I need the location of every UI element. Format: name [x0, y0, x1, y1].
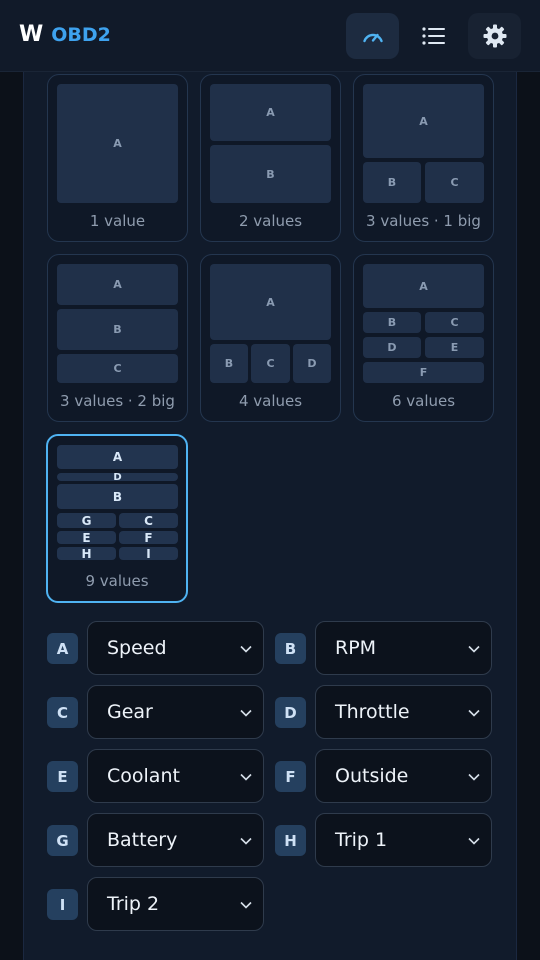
slot-badge-c: C: [47, 697, 78, 728]
layout-label: 3 values · 2 big: [60, 392, 175, 410]
layout-preview: A B C: [57, 264, 178, 383]
chevron-down-icon: [468, 645, 480, 653]
layout-card-3-values-2-big[interactable]: A B C 3 values · 2 big: [47, 254, 188, 422]
preview-cell: A: [210, 264, 331, 340]
layout-card-4-values[interactable]: A B C D 4 values: [200, 254, 341, 422]
layout-label: 2 values: [238, 212, 303, 230]
preview-cell: F: [363, 362, 484, 383]
layout-card-3-values-1-big[interactable]: A B C 3 values · 1 big: [353, 74, 494, 242]
slot-badge-i: I: [47, 889, 78, 920]
chevron-down-icon: [468, 773, 480, 781]
preview-cell: H: [57, 547, 116, 561]
preview-cell: I: [119, 547, 178, 561]
preview-cell: E: [425, 337, 484, 358]
layout-label: 3 values · 1 big: [366, 212, 481, 230]
select-value: Trip 2: [107, 893, 160, 915]
preview-cell: B: [363, 162, 421, 203]
layout-card-6-values[interactable]: A B C D E F 6 values: [353, 254, 494, 422]
preview-cell: A: [363, 264, 484, 308]
slot-a-select[interactable]: Speed: [87, 621, 264, 675]
slot-badge-h: H: [275, 825, 306, 856]
select-value: Trip 1: [335, 829, 388, 851]
preview-cell: A: [57, 264, 178, 305]
preview-cell: A: [210, 84, 331, 141]
slot-g-select[interactable]: Battery: [87, 813, 264, 867]
layout-preview: A B: [210, 84, 331, 203]
chevron-down-icon: [240, 901, 252, 909]
layout-label: 4 values: [238, 392, 303, 410]
preview-cell: A: [57, 84, 178, 203]
layout-label: 6 values: [391, 392, 456, 410]
slot-c-select[interactable]: Gear: [87, 685, 264, 739]
preview-cell: D: [363, 337, 421, 358]
layout-preview: A B C D: [210, 264, 331, 383]
chevron-down-icon: [468, 709, 480, 717]
preview-cell: B: [210, 344, 248, 383]
select-value: RPM: [335, 637, 377, 659]
layout-preview: A: [57, 84, 178, 203]
chevron-down-icon: [240, 709, 252, 717]
slot-badge-f: F: [275, 761, 306, 792]
select-value: Coolant: [107, 765, 180, 787]
slot-badge-b: B: [275, 633, 306, 664]
select-value: Outside: [335, 765, 409, 787]
chevron-down-icon: [240, 773, 252, 781]
dashboard-button[interactable]: [346, 13, 399, 59]
settings-button[interactable]: [468, 13, 521, 59]
slot-badge-g: G: [47, 825, 78, 856]
brand-logo-letter: W: [19, 22, 44, 47]
preview-cell: C: [119, 513, 178, 528]
preview-cell: C: [425, 312, 484, 333]
preview-cell: B: [210, 145, 331, 203]
select-value: Throttle: [335, 701, 410, 723]
chevron-down-icon: [468, 837, 480, 845]
layout-label: 1 value: [89, 212, 146, 230]
select-value: Speed: [107, 637, 167, 659]
layout-preview: A D B G C E F H I: [57, 445, 178, 564]
layout-card-2-values[interactable]: A B 2 values: [200, 74, 341, 242]
slot-badge-e: E: [47, 761, 78, 792]
gear-icon: [483, 24, 506, 48]
slot-badge-d: D: [275, 697, 306, 728]
gauge-icon: [362, 33, 383, 43]
preview-cell: B: [57, 484, 178, 509]
slot-e-select[interactable]: Coolant: [87, 749, 264, 803]
list-button[interactable]: [407, 13, 460, 59]
preview-cell: D: [293, 344, 331, 383]
preview-cell: D: [57, 472, 178, 483]
preview-cell: C: [425, 162, 484, 203]
layout-card-9-values[interactable]: A D B G C E F H I 9 values: [46, 434, 188, 603]
preview-cell: A: [363, 84, 484, 158]
app-brand: W OBD2: [19, 22, 111, 47]
brand-name: OBD2: [51, 24, 111, 46]
layout-label: 9 values: [85, 572, 149, 590]
preview-cell: C: [57, 354, 178, 383]
preview-cell: F: [119, 531, 178, 545]
preview-cell: G: [57, 513, 116, 528]
layout-card-1-value[interactable]: A 1 value: [47, 74, 188, 242]
list-icon: [421, 27, 445, 45]
slot-f-select[interactable]: Outside: [315, 749, 492, 803]
select-value: Gear: [107, 701, 153, 723]
slot-i-select[interactable]: Trip 2: [87, 877, 264, 931]
preview-cell: B: [57, 309, 178, 350]
preview-cell: E: [57, 531, 116, 545]
app-header: W OBD2: [0, 0, 540, 72]
slot-h-select[interactable]: Trip 1: [315, 813, 492, 867]
preview-cell: C: [251, 344, 290, 383]
chevron-down-icon: [240, 645, 252, 653]
preview-cell: B: [363, 312, 421, 333]
select-value: Battery: [107, 829, 178, 851]
slot-d-select[interactable]: Throttle: [315, 685, 492, 739]
layout-preview: A B C D E F: [363, 264, 484, 383]
chevron-down-icon: [240, 837, 252, 845]
layout-preview: A B C: [363, 84, 484, 203]
slot-b-select[interactable]: RPM: [315, 621, 492, 675]
preview-cell: A: [57, 445, 178, 469]
slot-badge-a: A: [47, 633, 78, 664]
